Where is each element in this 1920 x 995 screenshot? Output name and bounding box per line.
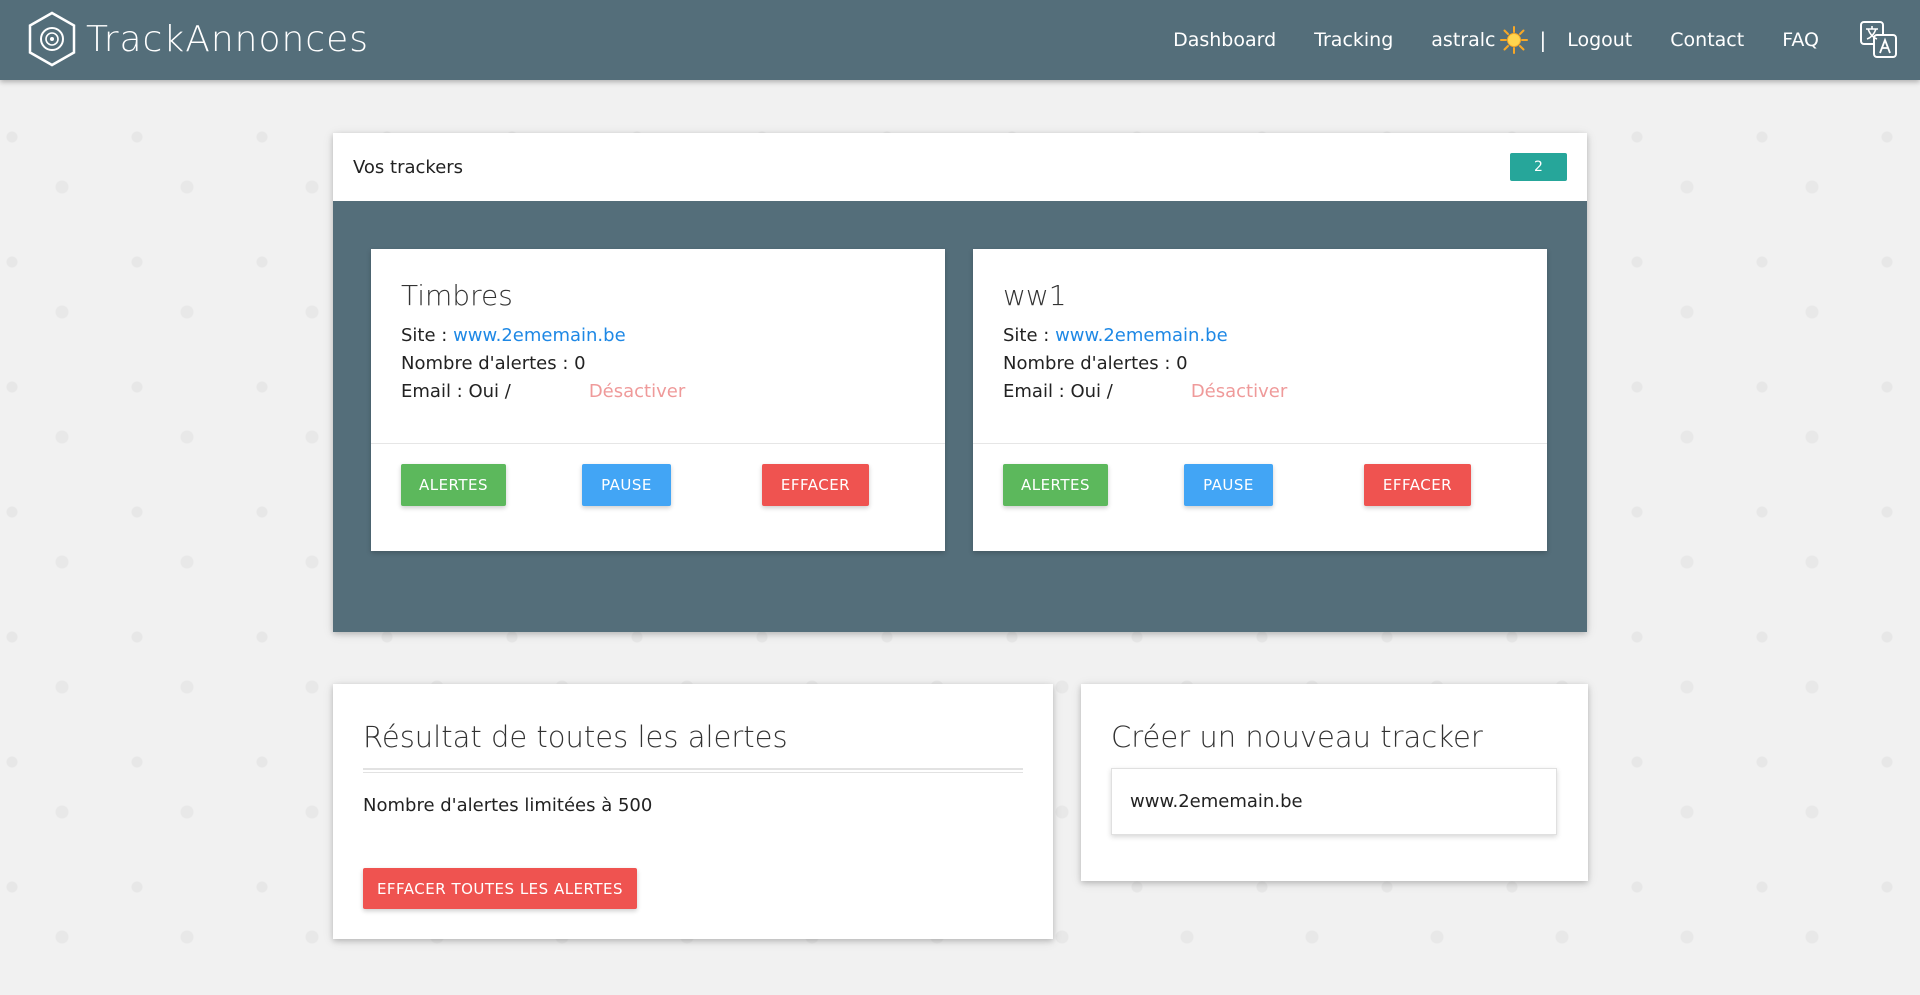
translate-button[interactable] [1838, 0, 1920, 80]
delete-button[interactable]: EFFACER [762, 464, 869, 506]
nav-faq[interactable]: FAQ [1763, 0, 1838, 80]
delete-button[interactable]: EFFACER [1364, 464, 1471, 506]
pause-button[interactable]: PAUSE [1184, 464, 1273, 506]
tracker-card: Timbres Site : www.2ememain.be Nombre d'… [371, 249, 945, 551]
trackers-body: Timbres Site : www.2ememain.be Nombre d'… [333, 201, 1587, 632]
nav-tracking[interactable]: Tracking [1295, 0, 1412, 80]
brand[interactable]: TrackAnnonces [26, 10, 369, 68]
results-divider [363, 768, 1023, 773]
tracker-site-label: Site : [1003, 325, 1056, 346]
pause-button[interactable]: PAUSE [582, 464, 671, 506]
tracker-email-label: Email : Oui / [401, 381, 511, 402]
tracker-url-input[interactable] [1111, 768, 1557, 835]
nav-logout[interactable]: Logout [1548, 0, 1651, 80]
nav-links: Dashboard Tracking astralc | Logout Cont… [1154, 0, 1920, 80]
tracker-actions: ALERTES PAUSE EFFACER [371, 444, 945, 550]
nav-user[interactable]: astralc [1412, 0, 1537, 80]
trackers-card: Vos trackers 2 Timbres Site : www.2emema… [333, 133, 1587, 632]
nav-contact[interactable]: Contact [1651, 0, 1763, 80]
tracker-card: ww1 Site : www.2ememain.be Nombre d'aler… [973, 249, 1547, 551]
create-title: Créer un nouveau tracker [1111, 720, 1483, 754]
trackers-title: Vos trackers [353, 156, 464, 178]
results-title: Résultat de toutes les alertes [363, 720, 788, 754]
brand-name: TrackAnnonces [86, 18, 369, 60]
trackers-count-badge: 2 [1510, 153, 1567, 181]
deactivate-link[interactable]: Désactiver [589, 381, 685, 402]
tracker-alerts-count: Nombre d'alertes : 0 [401, 353, 586, 374]
results-card: Résultat de toutes les alertes Nombre d'… [333, 684, 1053, 939]
tracker-alerts-count: Nombre d'alertes : 0 [1003, 353, 1188, 374]
tracker-site: Site : www.2ememain.be [1003, 322, 1517, 350]
tracker-content: ww1 Site : www.2ememain.be Nombre d'aler… [973, 249, 1547, 444]
navbar: TrackAnnonces Dashboard Tracking astralc… [0, 0, 1920, 80]
alerts-limit-text: Nombre d'alertes limitées à 500 [363, 795, 653, 816]
tracker-site: Site : www.2ememain.be [401, 322, 915, 350]
create-tracker-card: Créer un nouveau tracker [1081, 684, 1588, 881]
translate-icon [1860, 21, 1897, 58]
sun-icon [1500, 26, 1529, 54]
logo-icon [28, 11, 76, 67]
tracker-content: Timbres Site : www.2ememain.be Nombre d'… [371, 249, 945, 444]
alerts-button[interactable]: ALERTES [1003, 464, 1108, 506]
tracker-site-label: Site : [401, 325, 454, 346]
tracker-email-label: Email : Oui / [1003, 381, 1113, 402]
tracker-name: Timbres [401, 279, 513, 312]
tracker-site-link[interactable]: www.2ememain.be [453, 325, 626, 346]
clear-all-alerts-button[interactable]: EFFACER TOUTES LES ALERTES [363, 868, 637, 909]
tracker-email: Email : Oui / Désactiver [1003, 378, 1517, 406]
nav-user-label: astralc [1431, 29, 1496, 51]
alerts-button[interactable]: ALERTES [401, 464, 506, 506]
trackers-header: Vos trackers 2 [333, 133, 1587, 201]
nav-dashboard[interactable]: Dashboard [1154, 0, 1295, 80]
tracker-actions: ALERTES PAUSE EFFACER [973, 444, 1547, 550]
deactivate-link[interactable]: Désactiver [1191, 381, 1287, 402]
tracker-site-link[interactable]: www.2ememain.be [1055, 325, 1228, 346]
tracker-name: ww1 [1003, 279, 1067, 312]
nav-separator: | [1539, 28, 1547, 52]
tracker-email: Email : Oui / Désactiver [401, 378, 915, 406]
